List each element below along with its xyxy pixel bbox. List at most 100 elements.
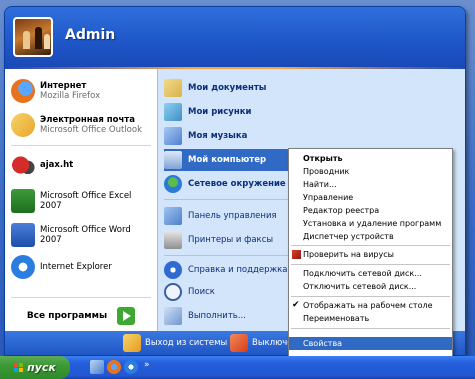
folder-pictures-icon (164, 103, 182, 121)
separator (291, 328, 450, 329)
ctx-explorer[interactable]: Проводник (289, 165, 452, 178)
ctx-label: Найти... (303, 180, 337, 189)
place-label: Принтеры и факсы (188, 235, 274, 245)
ctx-label: Редактор реестра (303, 206, 380, 215)
separator (291, 264, 450, 265)
ie-quicklaunch-icon[interactable] (124, 360, 138, 374)
ctx-manage[interactable]: Управление (289, 191, 452, 204)
help-support[interactable]: Справка и поддержка (164, 259, 304, 281)
word-icon (11, 223, 35, 247)
logoff-label: Выход из системы (145, 338, 228, 348)
firefox-icon (11, 79, 35, 103)
ctx-scan-virus[interactable]: Проверить на вирусы (289, 248, 452, 261)
context-menu: Открыть Проводник Найти... Управление Ре… (288, 148, 453, 357)
separator (164, 199, 302, 200)
quicklaunch-chevron[interactable]: » (144, 360, 150, 370)
recent-word[interactable]: Microsoft Office Word 2007 (11, 219, 153, 251)
shutdown-button[interactable]: Выключе (230, 334, 293, 352)
ctx-map-drive[interactable]: Подключить сетевой диск... (289, 267, 452, 280)
my-documents[interactable]: Мои документы (164, 77, 304, 99)
pinned-email[interactable]: Электронная почта Microsoft Office Outloo… (11, 109, 153, 141)
ctx-label: Свойства (303, 339, 343, 348)
show-desktop-icon[interactable] (90, 360, 104, 374)
ctx-label: Открыть (303, 154, 343, 163)
logoff-button[interactable]: Выход из системы (123, 334, 227, 352)
power-icon (230, 334, 248, 352)
place-label: Моя музыка (188, 131, 248, 141)
place-label: Мой компьютер (188, 155, 267, 165)
control-panel[interactable]: Панель управления (164, 205, 304, 227)
ctx-label: Установка и удаление программ (303, 219, 442, 228)
ctx-device-manager[interactable]: Диспетчер устройств (289, 230, 452, 243)
place-label: Сетевое окружение (188, 179, 286, 189)
username: Admin (65, 27, 116, 43)
place-label: Мои документы (188, 83, 267, 93)
ctx-label: Управление (303, 193, 354, 202)
ctx-find[interactable]: Найти... (289, 178, 452, 191)
ctx-add-remove[interactable]: Установка и удаление программ (289, 217, 452, 230)
folder-music-icon (164, 127, 182, 145)
firefox-quicklaunch-icon[interactable] (107, 360, 121, 374)
outlook-icon (11, 113, 35, 137)
computer-icon (164, 151, 182, 169)
pinned-title: Интернет (40, 81, 87, 91)
separator (11, 145, 151, 146)
key-icon (123, 334, 141, 352)
my-pictures[interactable]: Мои рисунки (164, 101, 304, 123)
recent-ajax[interactable]: ajax.ht (11, 149, 153, 181)
checkmark-icon: ✔ (292, 300, 300, 310)
shutdown-label: Выключе (252, 338, 293, 348)
network-icon (164, 175, 182, 193)
recent-label: ajax.ht (40, 160, 74, 170)
separator (291, 296, 450, 297)
pinned-internet[interactable]: Интернет Mozilla Firefox (11, 75, 153, 107)
place-label: Выполнить... (188, 311, 246, 321)
separator (291, 245, 450, 246)
help-icon (164, 261, 182, 279)
ctx-label: Проверить на вирусы (303, 250, 394, 259)
pinned-subtitle: Mozilla Firefox (40, 91, 101, 101)
excel-icon (11, 189, 35, 213)
search-icon (164, 283, 182, 301)
start-menu-header: Admin (5, 7, 465, 67)
ctx-label: Переименовать (303, 314, 370, 323)
separator (164, 255, 302, 256)
my-computer[interactable]: Мой компьютер (164, 149, 304, 171)
internet-explorer-icon (11, 255, 35, 279)
printer-icon (164, 231, 182, 249)
pinned-title: Электронная почта (40, 115, 135, 125)
run-icon (164, 307, 182, 325)
folder-documents-icon (164, 79, 182, 97)
windows-flag-icon (14, 362, 24, 373)
run[interactable]: Выполнить... (164, 305, 304, 327)
ctx-label: Отключить сетевой диск... (303, 282, 417, 291)
control-panel-icon (164, 207, 182, 225)
ctx-open[interactable]: Открыть (289, 152, 452, 165)
ctx-rename[interactable]: Переименовать (289, 312, 452, 325)
my-music[interactable]: Моя музыка (164, 125, 304, 147)
recent-label: Microsoft Office Excel 2007 (40, 191, 132, 211)
place-label: Мои рисунки (188, 107, 252, 117)
place-label: Панель управления (188, 211, 277, 221)
ctx-show-desktop[interactable]: ✔ Отображать на рабочем столе (289, 299, 452, 312)
ctx-label: Диспетчер устройств (303, 232, 394, 241)
recent-ie[interactable]: Internet Explorer (11, 251, 153, 283)
pinned-subtitle: Microsoft Office Outlook (40, 125, 142, 135)
recent-excel[interactable]: Microsoft Office Excel 2007 (11, 185, 153, 217)
start-label: пуск (27, 361, 56, 374)
user-avatar[interactable] (13, 17, 53, 57)
ajax-icon (11, 153, 35, 177)
all-programs-button[interactable]: Все программы (5, 301, 157, 331)
programs-column: Интернет Mozilla Firefox Электронная почт… (5, 69, 157, 331)
ctx-disconnect-drive[interactable]: Отключить сетевой диск... (289, 280, 452, 293)
recent-label: Internet Explorer (40, 262, 112, 272)
ctx-regedit[interactable]: Редактор реестра (289, 204, 452, 217)
ctx-properties[interactable]: Свойства (289, 337, 452, 350)
place-label: Поиск (188, 287, 215, 297)
network-places[interactable]: Сетевое окружение (164, 173, 304, 195)
all-programs-label: Все программы (26, 311, 108, 321)
start-button[interactable]: пуск (0, 356, 70, 379)
separator (11, 297, 151, 298)
printers-faxes[interactable]: Принтеры и факсы (164, 229, 304, 251)
search[interactable]: Поиск (164, 281, 304, 303)
